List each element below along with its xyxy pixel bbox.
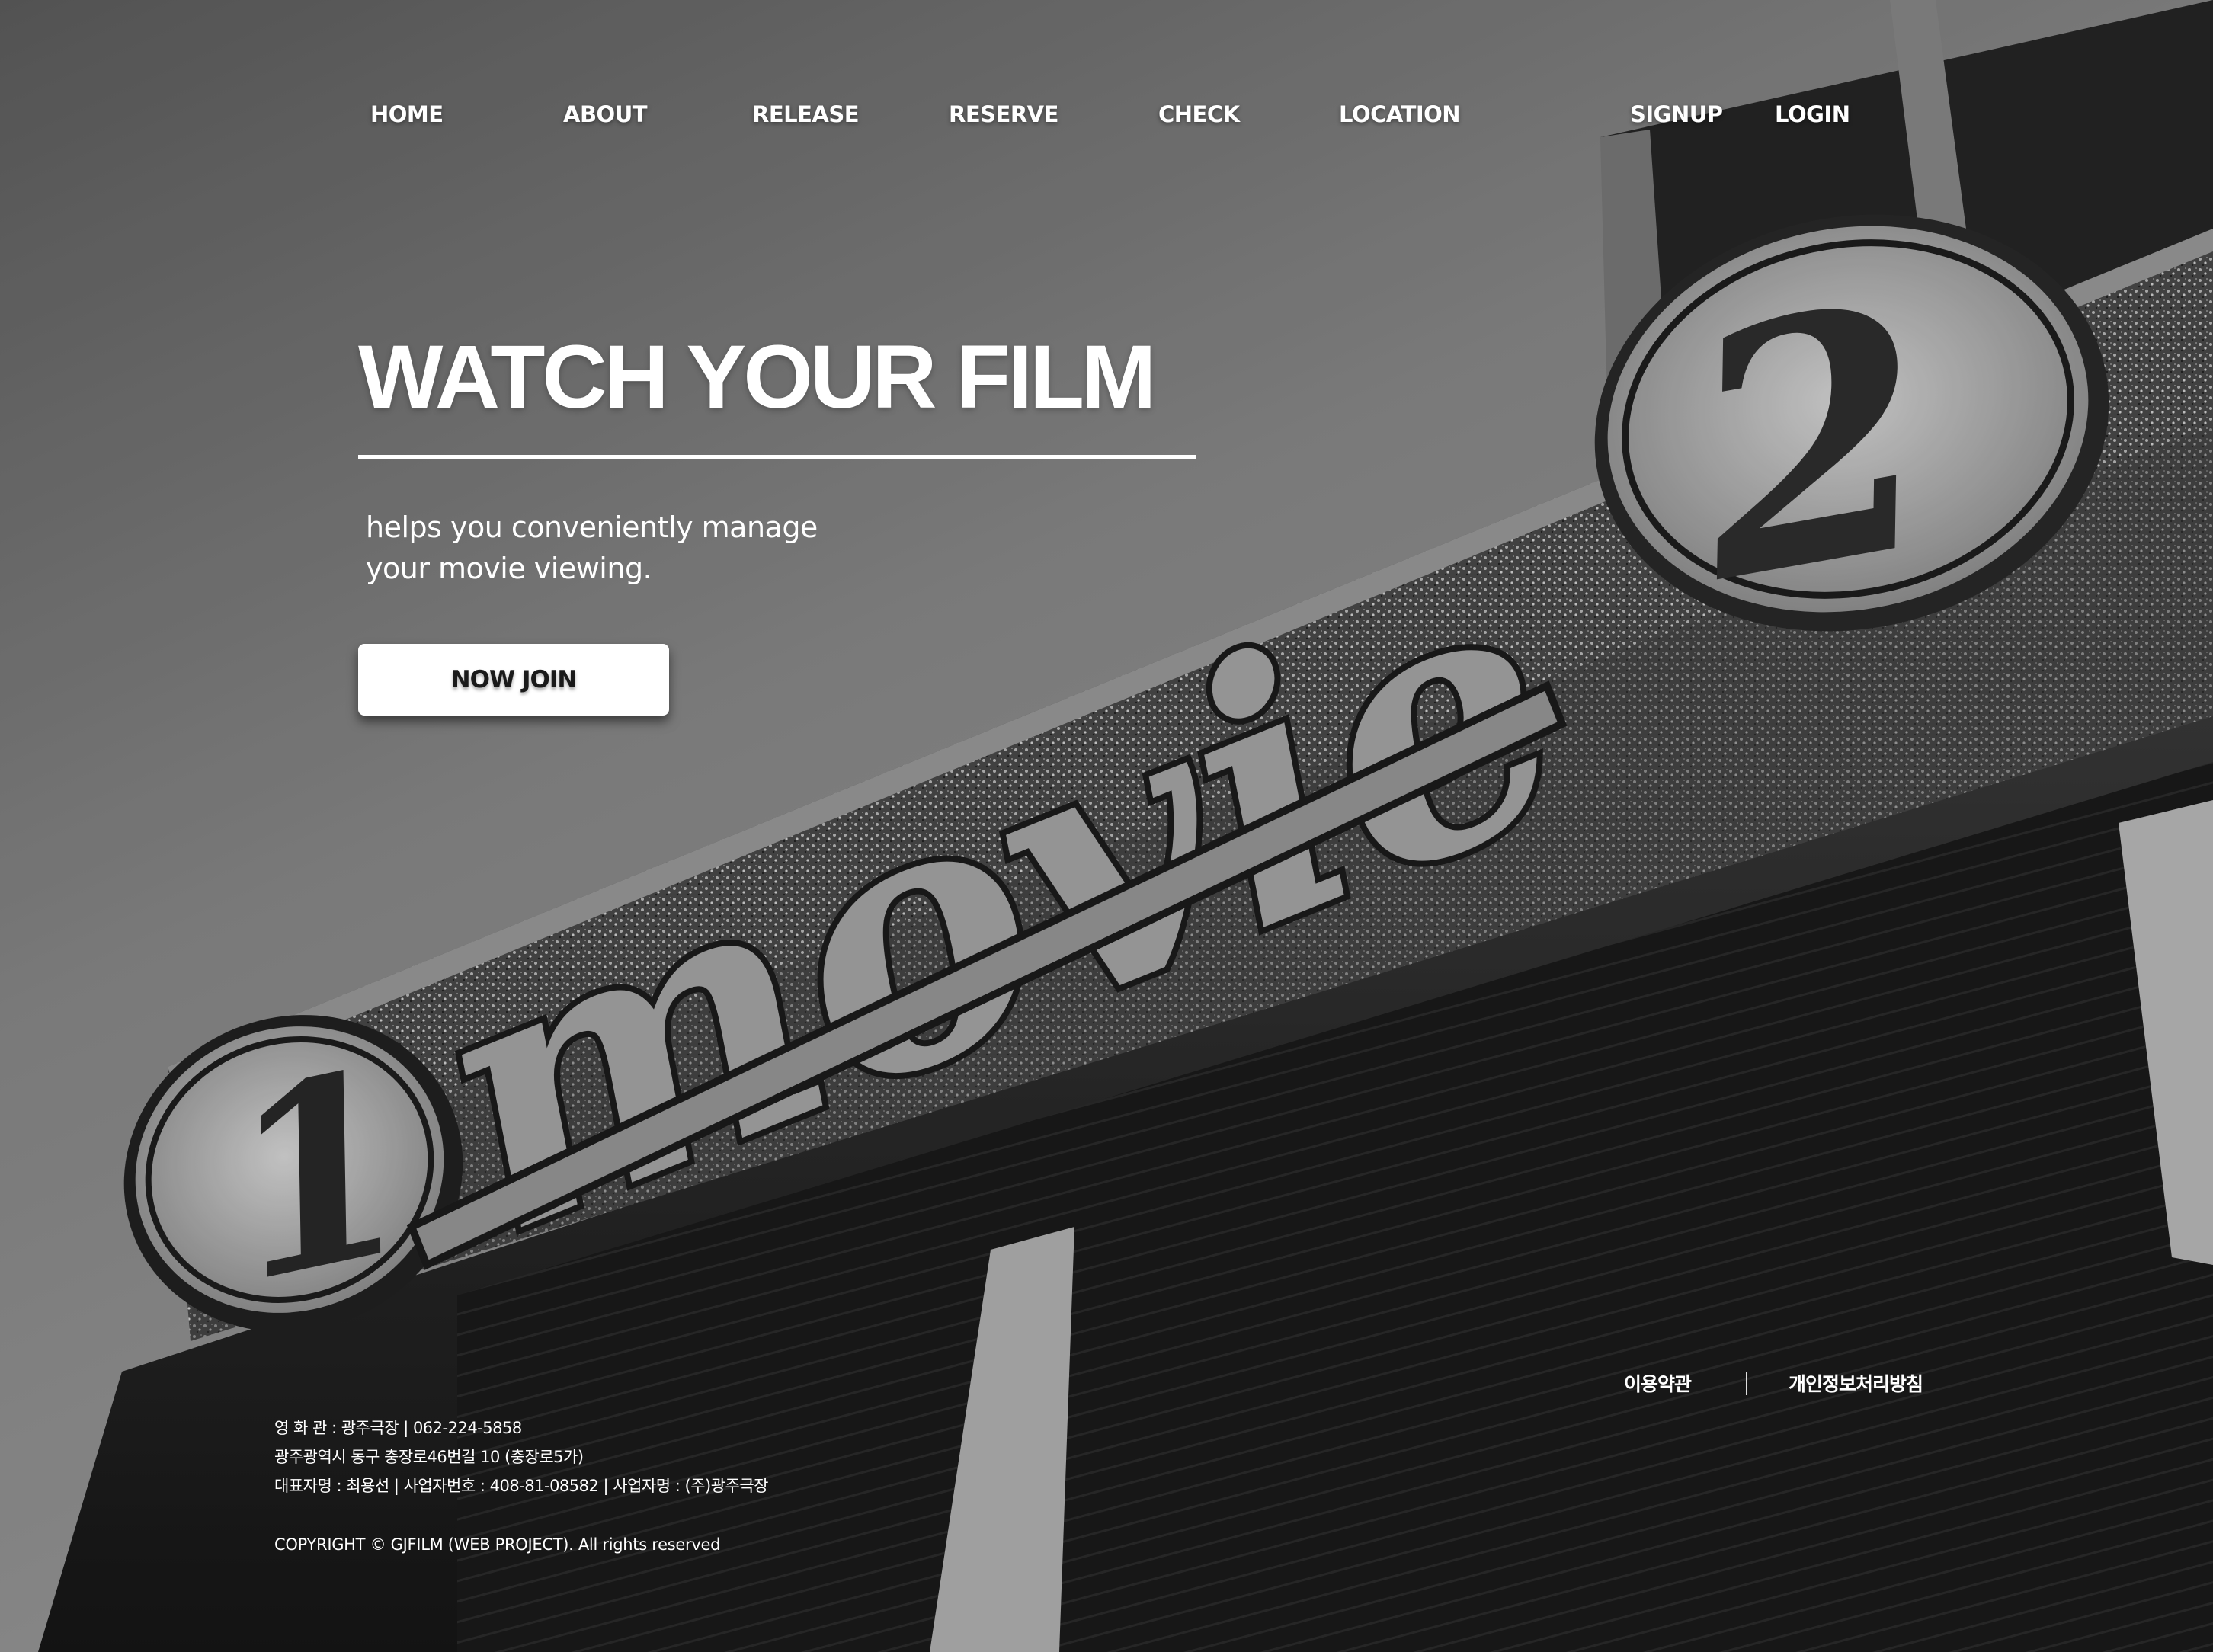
nav-location[interactable]: LOCATION bbox=[1339, 98, 1461, 131]
hero-subtitle: helps you conveniently manage your movie… bbox=[366, 507, 818, 589]
terms-of-use-link[interactable]: 이용약관 bbox=[1624, 1369, 1692, 1400]
nav-signup[interactable]: SIGNUP bbox=[1630, 98, 1723, 131]
hero-subtitle-line-1: helps you conveniently manage bbox=[366, 511, 818, 544]
hero-background-image: 1 2 movie bbox=[0, 0, 2213, 1652]
hero-subtitle-line-2: your movie viewing. bbox=[366, 552, 652, 585]
nav-home[interactable]: HOME bbox=[370, 98, 444, 131]
nav-check[interactable]: CHECK bbox=[1158, 98, 1240, 131]
now-join-button[interactable]: NOW JOIN bbox=[358, 644, 669, 716]
nav-reserve[interactable]: RESERVE bbox=[949, 98, 1058, 131]
footer-business-line: 대표자명 : 최용선 | 사업자번호 : 408-81-08582 | 사업자명… bbox=[274, 1477, 769, 1495]
nav-release[interactable]: RELEASE bbox=[752, 98, 860, 131]
nav-login[interactable]: LOGIN bbox=[1775, 98, 1850, 131]
hero-title: WATCH YOUR FILM bbox=[358, 327, 1156, 427]
privacy-policy-link[interactable]: 개인정보처리방침 bbox=[1789, 1369, 1923, 1400]
footer-link-separator bbox=[1746, 1372, 1747, 1395]
footer-theater-line: 영 화 관 : 광주극장 | 062-224-5858 bbox=[274, 1419, 522, 1437]
now-join-label: NOW JOIN bbox=[450, 666, 578, 693]
footer-copyright: COPYRIGHT © GJFILM (WEB PROJECT). All ri… bbox=[274, 1535, 721, 1554]
footer-address-line: 광주광역시 동구 충장로46번길 10 (충장로5가) bbox=[274, 1448, 584, 1466]
main-nav: HOME ABOUT RELEASE RESERVE CHECK LOCATIO… bbox=[0, 98, 2213, 131]
hero-divider bbox=[358, 455, 1196, 459]
nav-about[interactable]: ABOUT bbox=[563, 98, 648, 131]
footer-company-info: 영 화 관 : 광주극장 | 062-224-5858 광주광역시 동구 충장로… bbox=[274, 1413, 769, 1500]
footer-links: 이용약관 개인정보처리방침 bbox=[0, 1369, 2213, 1400]
